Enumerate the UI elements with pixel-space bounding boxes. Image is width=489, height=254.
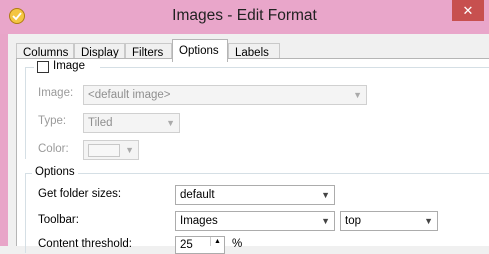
folder-sizes-select[interactable]: default ▼ bbox=[175, 185, 335, 205]
chevron-down-icon: ▼ bbox=[424, 216, 433, 226]
options-tab-panel: Image Image: <default image> ▼ Type: Til… bbox=[16, 58, 489, 254]
image-select-value: <default image> bbox=[88, 89, 171, 101]
chevron-down-icon: ▼ bbox=[125, 145, 134, 155]
toolbar-value: Images bbox=[180, 215, 218, 227]
chevron-down-icon: ▼ bbox=[321, 190, 330, 200]
chevron-down-icon: ▼ bbox=[166, 118, 175, 128]
type-label: Type: bbox=[38, 115, 67, 127]
folder-sizes-label: Get folder sizes: bbox=[38, 188, 122, 200]
image-group: Image Image: <default image> ▼ Type: Til… bbox=[25, 60, 489, 160]
image-select[interactable]: <default image> ▼ bbox=[83, 85, 367, 105]
toolbar-position-select[interactable]: top ▼ bbox=[340, 211, 438, 231]
toolbar-label: Toolbar: bbox=[38, 214, 79, 226]
dialog-body: Columns Display Filters Options Labels I… bbox=[8, 34, 489, 254]
image-checkbox-label: Image bbox=[53, 60, 85, 72]
chevron-down-icon: ▼ bbox=[321, 216, 330, 226]
content-threshold-label: Content threshold: bbox=[38, 238, 132, 250]
toolbar-select[interactable]: Images ▼ bbox=[175, 211, 335, 231]
options-group: Options Get folder sizes: default ▼ Tool… bbox=[25, 166, 489, 254]
title-bar[interactable]: Images - Edit Format ✕ bbox=[0, 0, 489, 34]
spin-up-icon[interactable]: ▲ bbox=[210, 237, 224, 246]
color-swatch bbox=[88, 144, 120, 157]
image-label: Image: bbox=[38, 87, 74, 99]
content-threshold-spinner[interactable]: 25 ▲ bbox=[175, 236, 225, 254]
type-select[interactable]: Tiled ▼ bbox=[83, 113, 180, 133]
tab-options[interactable]: Options bbox=[172, 39, 228, 62]
options-group-caption: Options bbox=[32, 166, 78, 178]
toolbar-position-value: top bbox=[345, 215, 361, 227]
color-label: Color: bbox=[38, 143, 69, 155]
color-picker[interactable]: ▼ bbox=[83, 140, 139, 160]
image-checkbox[interactable] bbox=[37, 61, 49, 73]
chevron-down-icon: ▼ bbox=[353, 90, 362, 100]
edit-format-window: Images - Edit Format ✕ Columns Display F… bbox=[0, 0, 489, 254]
window-title: Images - Edit Format bbox=[172, 7, 317, 24]
folder-sizes-value: default bbox=[180, 189, 215, 201]
type-select-value: Tiled bbox=[88, 117, 113, 129]
content-threshold-unit: % bbox=[232, 238, 243, 250]
close-button[interactable]: ✕ bbox=[452, 0, 484, 21]
image-group-caption: Image bbox=[34, 60, 100, 76]
content-threshold-value: 25 bbox=[180, 239, 193, 251]
